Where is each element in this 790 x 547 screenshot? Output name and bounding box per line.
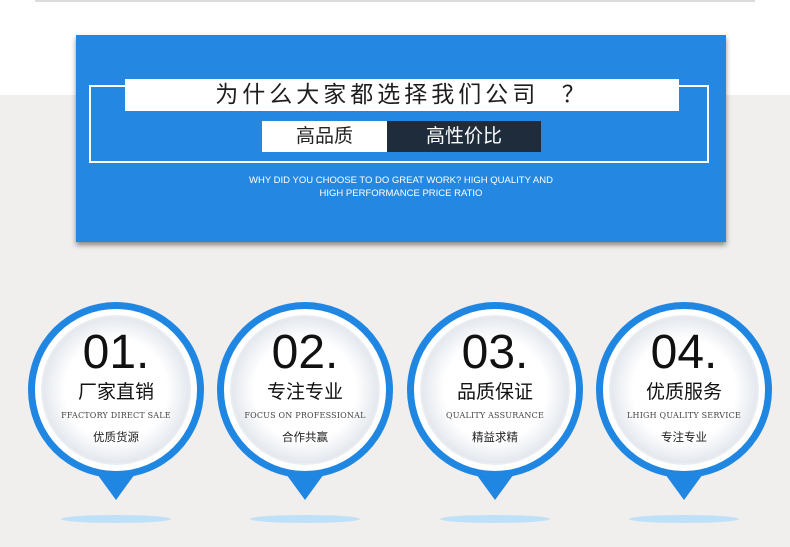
badge-number: 01. [82,326,150,379]
tag-high-value: 高性价比 [387,121,541,152]
badge-title: 专注专业 [266,381,343,403]
badge-title: 品质保证 [456,381,533,403]
badge-english: FOCUS ON PROFESSIONAL [244,411,366,420]
badge-subtitle: 精益求精 [472,430,518,444]
badge-subtitle: 合作共赢 [282,430,328,444]
badge-english: FFACTORY DIRECT SALE [61,411,171,420]
banner-title: 为什么大家都选择我们公司 ？ [125,79,679,111]
banner-subtitle-line2: HIGH PERFORMANCE PRICE RATIO [319,188,483,199]
badge-number: 03. [461,326,529,379]
top-divider [35,0,755,2]
banner-subtitle: WHY DID YOU CHOOSE TO DO GREAT WORK? HIG… [76,174,726,200]
badge-subtitle: 专注专业 [661,430,707,444]
badge-title: 厂家直销 [77,381,154,403]
badge-number: 02. [271,326,339,379]
feature-badge-quality: 03. 品质保证 QUALITY ASSURANCE 精益求精 [402,297,588,527]
feature-badge-service: 04. 优质服务 LHIGH QUALITY SERVICE 专注专业 [591,297,777,527]
feature-badge-factory: 01. 厂家直销 FFACTORY DIRECT SALE 优质货源 [23,297,209,527]
badge-english: LHIGH QUALITY SERVICE [627,411,741,420]
badge-number: 04. [650,326,718,379]
badge-subtitle: 优质货源 [93,430,139,444]
badge-english: QUALITY ASSURANCE [446,411,544,420]
header-banner: 为什么大家都选择我们公司 ？ 高品质 高性价比 WHY DID YOU CHOO… [76,35,726,242]
badge-title: 优质服务 [645,381,722,403]
banner-subtitle-line1: WHY DID YOU CHOOSE TO DO GREAT WORK? HIG… [249,175,553,186]
feature-badge-professional: 02. 专注专业 FOCUS ON PROFESSIONAL 合作共赢 [212,297,398,527]
tag-high-quality: 高品质 [262,121,387,152]
